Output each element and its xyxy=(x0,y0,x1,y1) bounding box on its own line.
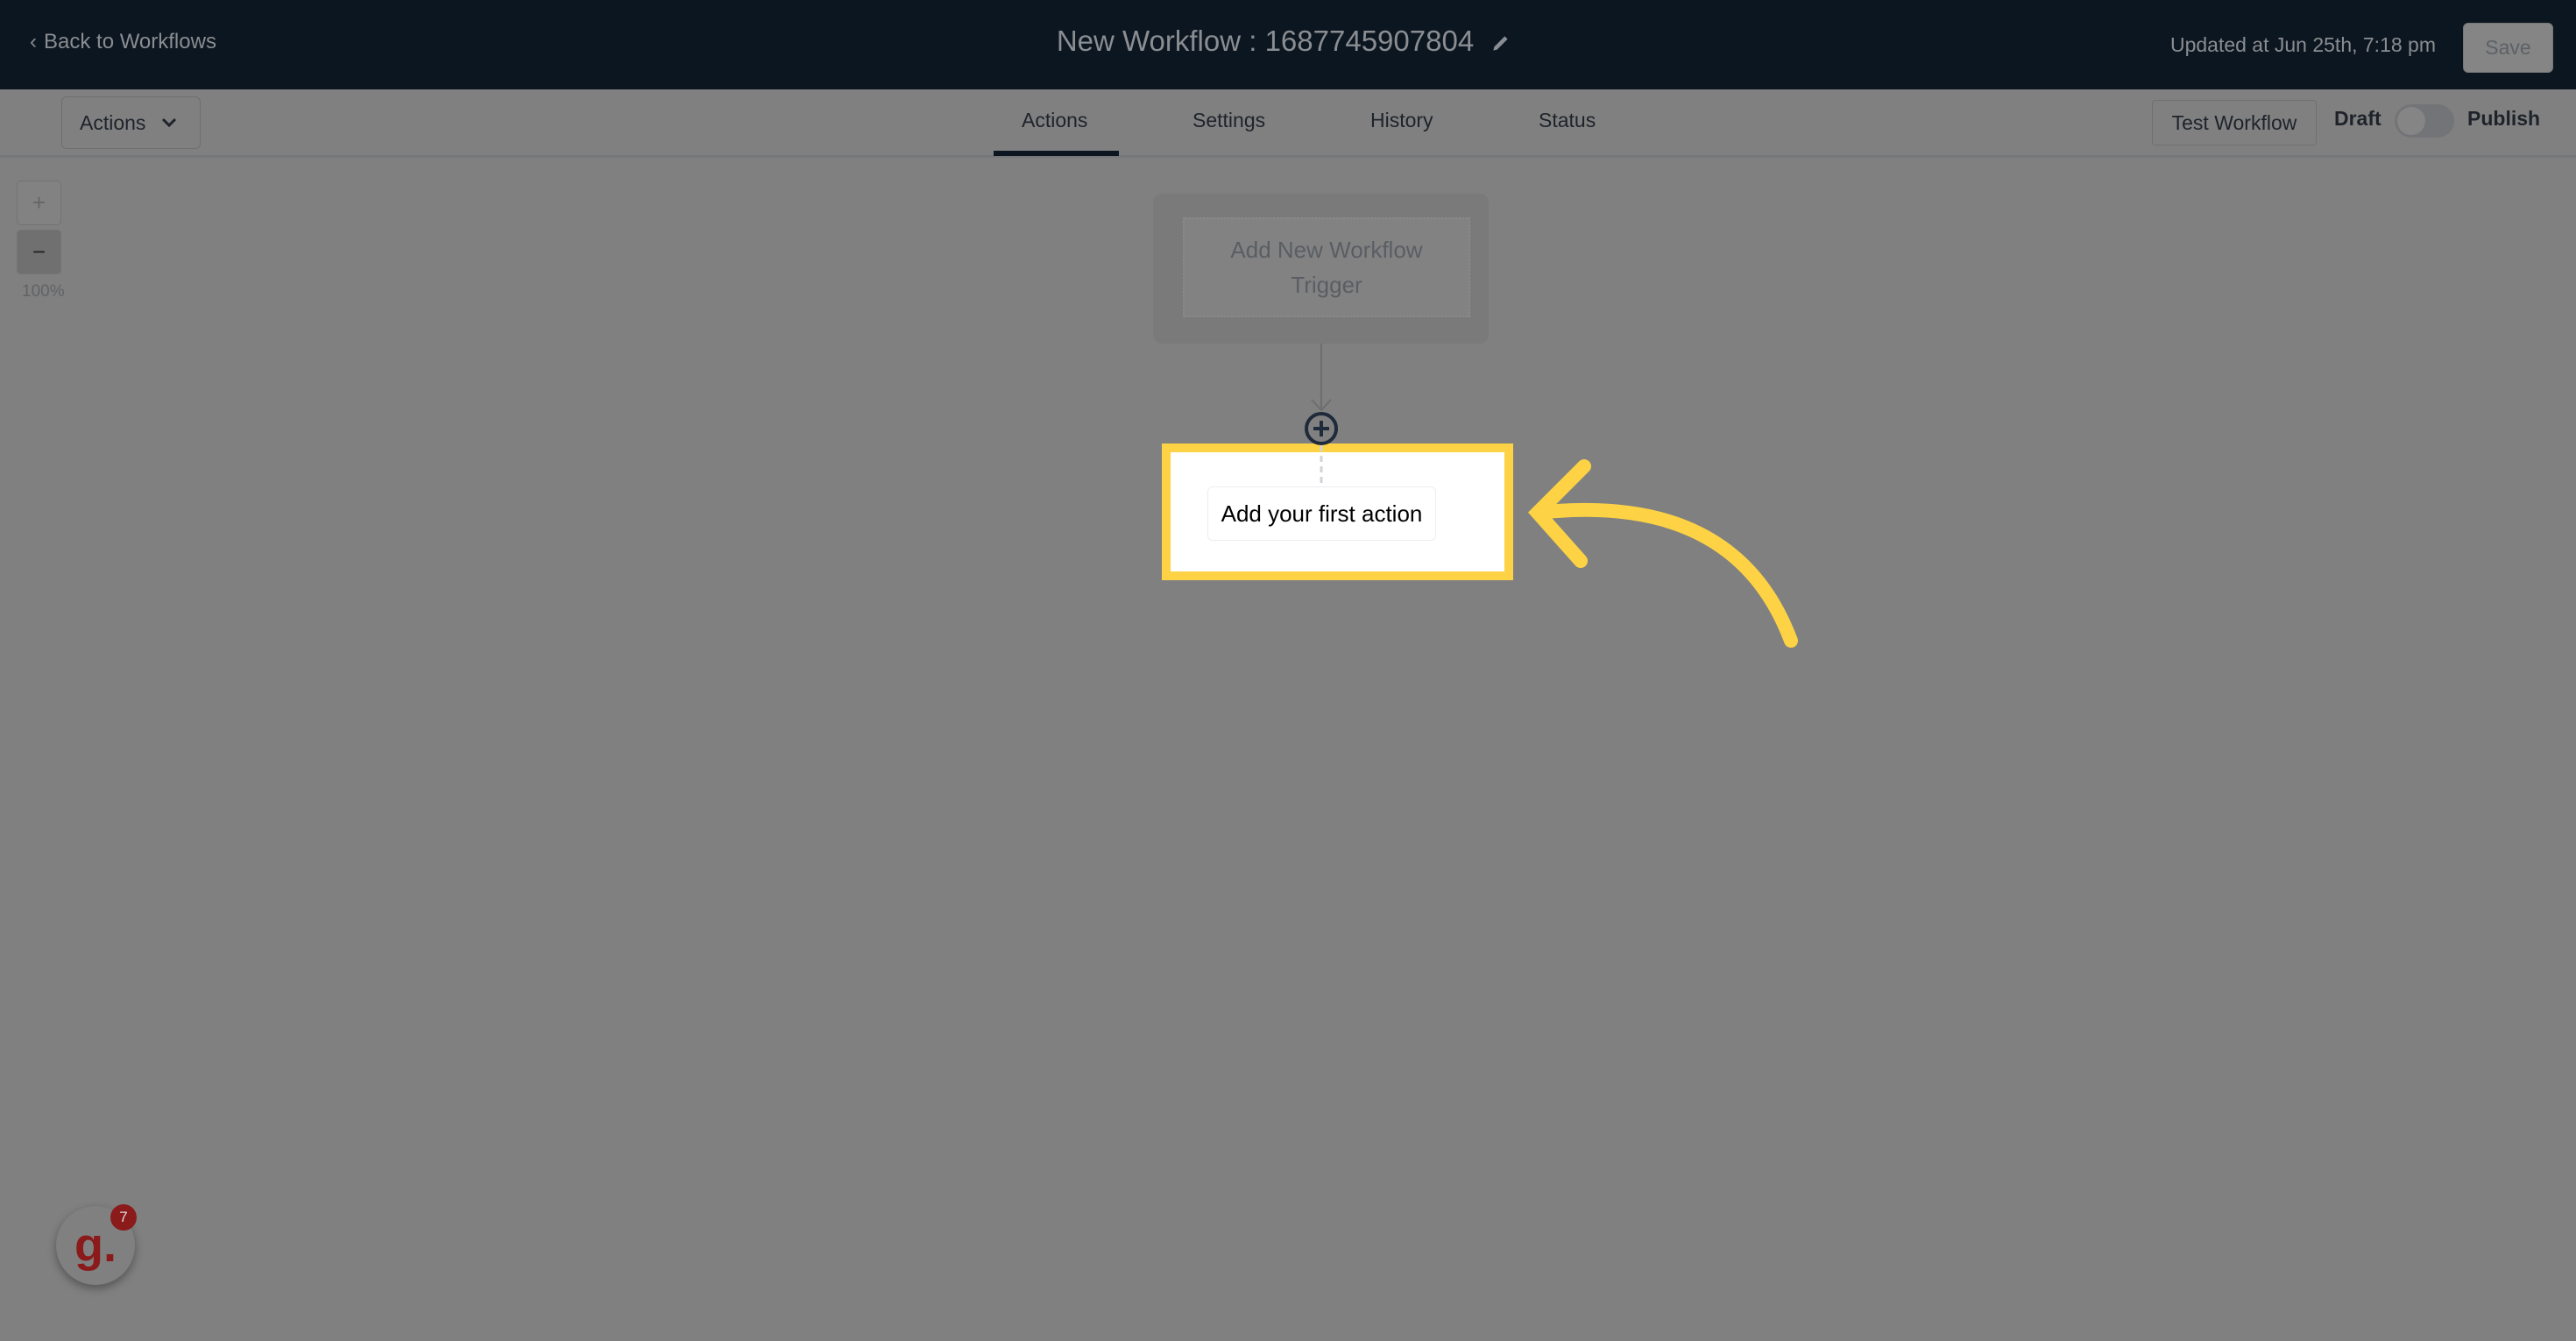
notification-badge: 7 xyxy=(110,1204,137,1231)
curved-arrow-icon xyxy=(1528,459,1798,648)
plus-circle-icon[interactable] xyxy=(1305,412,1338,445)
add-first-action-button[interactable]: Add your first action xyxy=(1207,486,1436,541)
canvas-overlay xyxy=(1305,412,1798,648)
